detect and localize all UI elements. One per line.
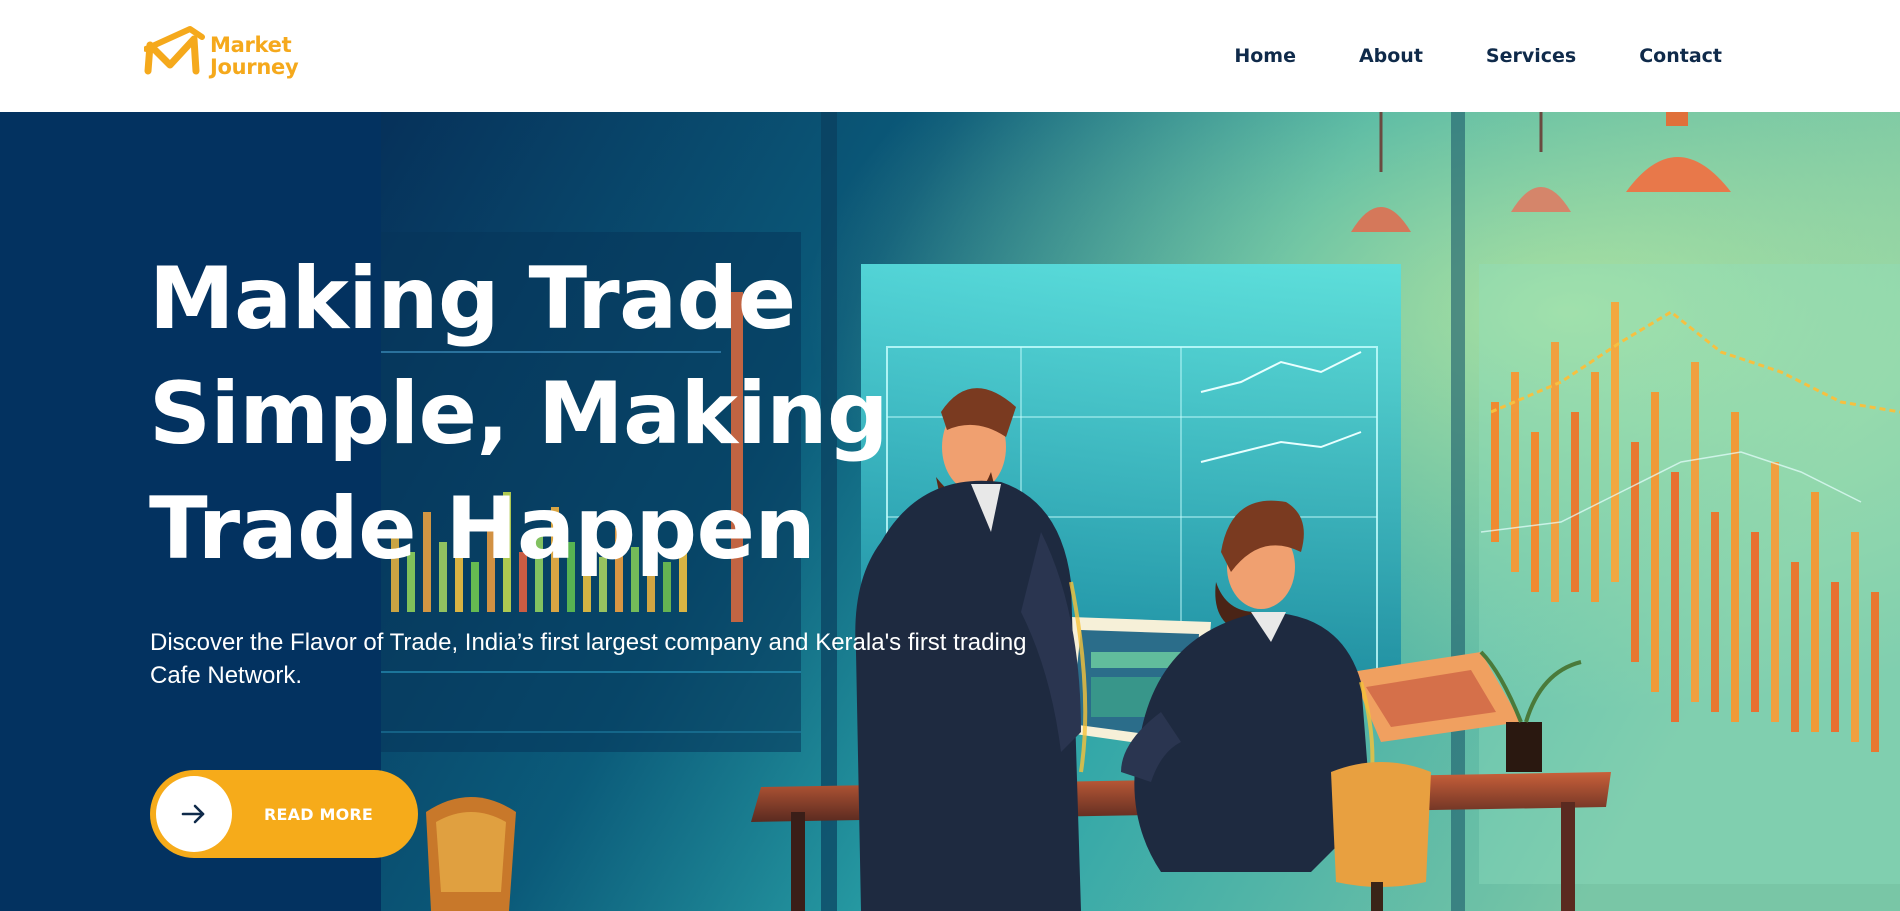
nav-home[interactable]: Home	[1234, 45, 1296, 67]
main-nav: Home About Services Contact	[1234, 0, 1722, 112]
hero-description: Discover the Flavor of Trade, India’s fi…	[150, 629, 1027, 689]
m-roof-logo-icon	[144, 26, 205, 75]
read-more-label[interactable]: READ MORE	[264, 805, 373, 824]
brand-name-line1: Market	[210, 33, 292, 57]
site-header: Market Journey Home About Services Conta…	[0, 0, 1900, 112]
hero-title: Making Trade Simple, Making Trade Happen	[149, 242, 969, 587]
arrow-right-icon	[181, 804, 205, 824]
brand-name: Market Journey	[210, 33, 299, 79]
nav-about[interactable]: About	[1359, 45, 1423, 67]
hero-title-line-2: Simple, Making	[149, 364, 889, 464]
nav-contact[interactable]: Contact	[1639, 45, 1722, 67]
read-more-button[interactable]: READ MORE	[150, 770, 418, 858]
hero-section: Making Trade Simple, Making Trade Happen…	[0, 112, 1900, 911]
read-more-icon-circle[interactable]	[156, 776, 232, 852]
hero-title-line-1: Making Trade	[149, 249, 796, 349]
nav-services[interactable]: Services	[1486, 45, 1576, 67]
hero-title-line-3: Trade Happen	[149, 479, 816, 579]
brand-name-line2: Journey	[210, 55, 299, 79]
brand-logo[interactable]: Market Journey	[144, 24, 304, 88]
